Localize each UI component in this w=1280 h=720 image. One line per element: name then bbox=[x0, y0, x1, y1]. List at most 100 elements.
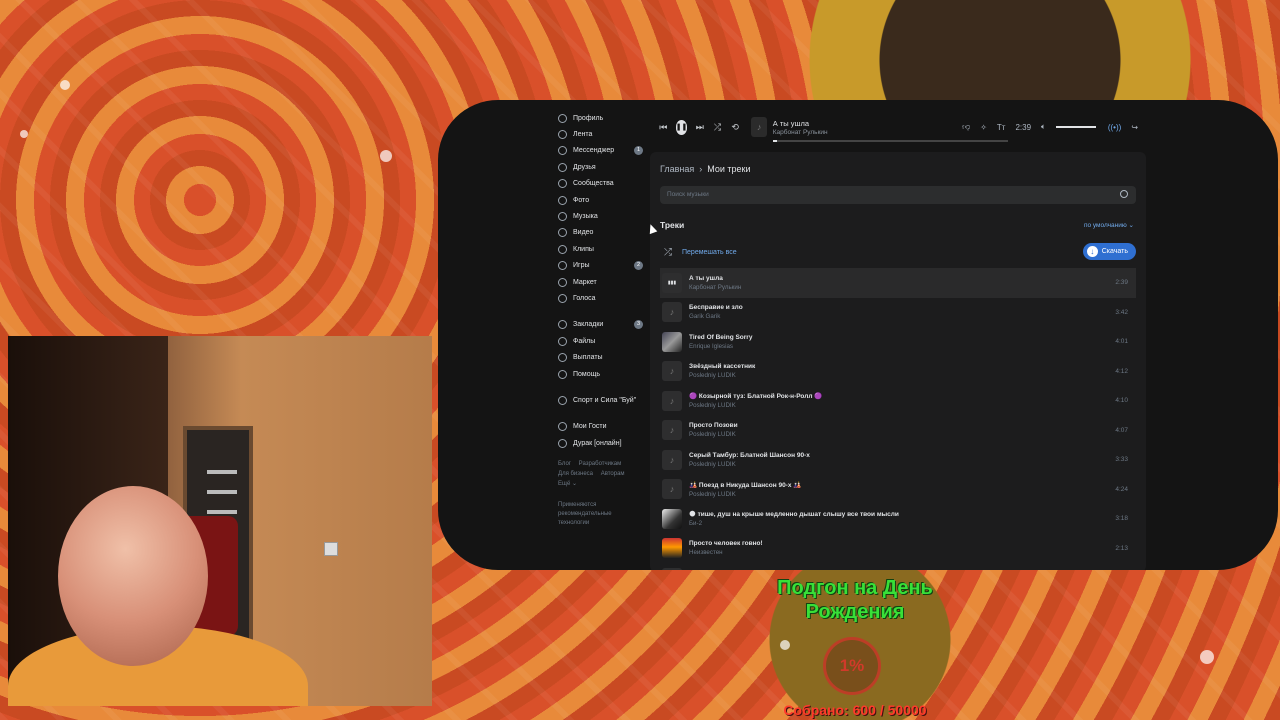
track-artist[interactable]: Enrique Iglesias bbox=[689, 343, 752, 350]
sidebar-item[interactable]: Голоса bbox=[558, 290, 643, 306]
sidebar-item[interactable]: Фото bbox=[558, 192, 643, 208]
track-title: 🟣 Козырной туз: Блатной Рок-н-Ролл 🟣 bbox=[689, 393, 823, 401]
subtitles-button[interactable]: Тт bbox=[997, 123, 1006, 132]
track-artist[interactable]: Posledniy LUDIK bbox=[689, 461, 810, 468]
dislike-icon[interactable]: 👎︎ bbox=[962, 122, 970, 132]
pause-button[interactable]: ❚❚ bbox=[675, 119, 688, 135]
sidebar-item[interactable]: Файлы bbox=[558, 333, 643, 349]
music-note-icon[interactable] bbox=[662, 538, 682, 559]
track-row[interactable]: ♪ Просто Позови Posledniy LUDIK 4:07 bbox=[660, 416, 1136, 446]
sidebar-item[interactable]: Профиль bbox=[558, 110, 643, 126]
music-note-icon: ♪ bbox=[751, 117, 767, 137]
sidebar-app-guests[interactable]: Мои Гости bbox=[558, 419, 643, 435]
donation-percent: 1% bbox=[839, 656, 865, 675]
track-row[interactable]: ♪ 🟣 Козырной туз: Блатной Рок-н-Ролл 🟣 Pos… bbox=[660, 386, 1136, 416]
sidebar-group-label: Спорт и Сила "Буй" bbox=[573, 396, 637, 404]
music-note-icon[interactable]: ♪ bbox=[662, 390, 682, 411]
sidebar-item[interactable]: Сообщества bbox=[558, 176, 643, 192]
music-note-icon[interactable] bbox=[662, 331, 682, 352]
shuffle-icon[interactable]: ⤮ bbox=[712, 120, 723, 134]
volume-icon[interactable]: 🔈︎ bbox=[1041, 122, 1046, 132]
breadcrumb-home[interactable]: Главная bbox=[660, 164, 694, 174]
sidebar-item[interactable]: Мессенджер 1 bbox=[558, 143, 643, 159]
track-artist[interactable]: Posledniy LUDIK bbox=[689, 372, 755, 379]
repeat-icon[interactable]: ⟲ bbox=[730, 120, 741, 134]
donation-collected: Собрано: 600 / 50000 bbox=[783, 702, 927, 718]
sidebar-item-label: Видео bbox=[573, 229, 594, 237]
footer-link-blog[interactable]: Блог bbox=[558, 461, 571, 467]
footer-link-business[interactable]: Для бизнеса bbox=[558, 471, 593, 477]
track-artist[interactable]: Posledniy LUDIK bbox=[689, 431, 738, 438]
track-artist[interactable]: Posledniy LUDIK bbox=[689, 402, 822, 409]
sidebar-item-label: Маркет bbox=[573, 278, 597, 286]
music-note-icon[interactable] bbox=[662, 508, 682, 529]
search-icon[interactable] bbox=[1120, 190, 1128, 198]
shuffle-all-button[interactable]: ⤮ Перемешать все bbox=[664, 247, 737, 258]
footer-link-more[interactable]: Ещё ⌄ bbox=[558, 481, 577, 487]
sidebar-item-label: Сообщества bbox=[573, 180, 614, 188]
left-sidebar: Профиль Лента Мессенджер 1 Друзья Сообщества Ф… bbox=[558, 110, 643, 528]
next-track-button[interactable]: ⏭ bbox=[694, 120, 705, 134]
sidebar-app-durak[interactable]: Дурак [онлайн] bbox=[558, 435, 643, 451]
track-row[interactable]: ♪ Звёздный кассетник Posledniy LUDIK 4:12 bbox=[660, 357, 1136, 387]
track-artist[interactable]: Garik Garik bbox=[689, 313, 743, 320]
search-input[interactable]: Поиск музыки bbox=[660, 186, 1136, 204]
footer-note: Применяются рекомендательные технологии bbox=[558, 502, 612, 527]
music-note-icon[interactable]: ♪ bbox=[662, 479, 682, 500]
music-note-icon[interactable]: ♪ bbox=[662, 302, 682, 323]
track-row[interactable]: 🌑 тише, душ на крыше медленно дышат слыш… bbox=[660, 504, 1136, 534]
track-row[interactable]: ♪ Бесправие и зло Garik Garik 3:42 bbox=[660, 298, 1136, 328]
track-artist[interactable]: Би-2 bbox=[689, 520, 899, 527]
previous-track-button[interactable]: ⏮ bbox=[658, 120, 669, 134]
sidebar-item[interactable]: Друзья bbox=[558, 159, 643, 175]
paint-splash bbox=[20, 130, 28, 138]
music-note-icon[interactable]: ♪ bbox=[662, 361, 682, 382]
payouts-icon bbox=[558, 353, 567, 363]
share-icon[interactable]: ↪ bbox=[1131, 123, 1138, 132]
footer-link-dev[interactable]: Разработчикам bbox=[579, 461, 622, 467]
sidebar-item[interactable]: Лента bbox=[558, 126, 643, 142]
now-playing-artist[interactable]: Карбонат Рулькин bbox=[773, 129, 952, 136]
app-icon bbox=[558, 422, 567, 432]
sparkle-icon[interactable]: ✧ bbox=[980, 123, 987, 132]
sidebar-group-link[interactable]: Спорт и Сила "Буй" bbox=[558, 392, 643, 408]
breadcrumb-current: Мои треки bbox=[707, 164, 751, 174]
sidebar-app-label: Мои Гости bbox=[573, 423, 607, 431]
download-button[interactable]: ↓ Скачать bbox=[1082, 243, 1136, 260]
volume-slider[interactable] bbox=[1055, 126, 1096, 128]
sidebar-item[interactable]: Музыка bbox=[558, 208, 643, 224]
music-note-icon[interactable]: ♪ bbox=[662, 567, 682, 570]
sidebar-item-label: Помощь bbox=[573, 370, 601, 378]
donation-goal-title: Подгон на День Рождения bbox=[777, 577, 933, 623]
sidebar-item[interactable]: Видео bbox=[558, 225, 643, 241]
track-artist[interactable]: Posledniy LUDIK bbox=[689, 491, 801, 498]
track-duration: 3:33 bbox=[1115, 456, 1128, 464]
music-note-icon[interactable]: ♪ bbox=[662, 420, 682, 441]
music-note-icon[interactable]: ♪ bbox=[662, 449, 682, 470]
track-artist[interactable]: Карбонат Рулькин bbox=[689, 284, 741, 291]
broadcast-icon[interactable]: ((•)) bbox=[1108, 123, 1121, 132]
track-row[interactable]: Tired Of Being Sorry Enrique Iglesias 4:01 bbox=[660, 327, 1136, 357]
footer-link-authors[interactable]: Авторам bbox=[601, 471, 625, 477]
track-artist[interactable]: Неизвестен bbox=[689, 549, 763, 556]
track-row[interactable]: ♪ Серый Тамбур: Блатной Шансон 90-х Posled… bbox=[660, 445, 1136, 475]
track-row[interactable]: ♪Я не буду ждать тебя [Я не стану ждать … bbox=[660, 563, 1136, 570]
search-placeholder: Поиск музыки bbox=[667, 191, 709, 198]
sidebar-item[interactable]: Выплаты bbox=[558, 349, 643, 365]
track-row[interactable]: ♪ 🎎 Поезд в Никуда Шансон 90-х 🎎 Posledniy… bbox=[660, 475, 1136, 505]
track-row[interactable]: ▮▮▮ А ты ушла Карбонат Рулькин 2:39 bbox=[660, 268, 1136, 298]
equalizer-icon[interactable]: ▮▮▮ bbox=[662, 272, 682, 293]
track-duration: 4:10 bbox=[1115, 397, 1128, 405]
track-duration: 2:13 bbox=[1115, 544, 1128, 552]
sidebar-item[interactable]: Закладки 3 bbox=[558, 317, 643, 333]
track-row[interactable]: Просто человек говно! Неизвестен 2:13 bbox=[660, 534, 1136, 564]
sort-dropdown[interactable]: по умолчанию ⌄ bbox=[1084, 221, 1134, 229]
sidebar-item[interactable]: Помощь bbox=[558, 366, 643, 382]
progress-bar[interactable] bbox=[772, 139, 1008, 142]
sidebar-item[interactable]: Маркет bbox=[558, 274, 643, 290]
user-icon bbox=[558, 113, 567, 123]
sidebar-item[interactable]: Игры 2 bbox=[558, 258, 643, 274]
help-icon bbox=[558, 369, 567, 379]
sidebar-item[interactable]: Клипы bbox=[558, 241, 643, 257]
shuffle-all-label: Перемешать все bbox=[682, 249, 737, 256]
